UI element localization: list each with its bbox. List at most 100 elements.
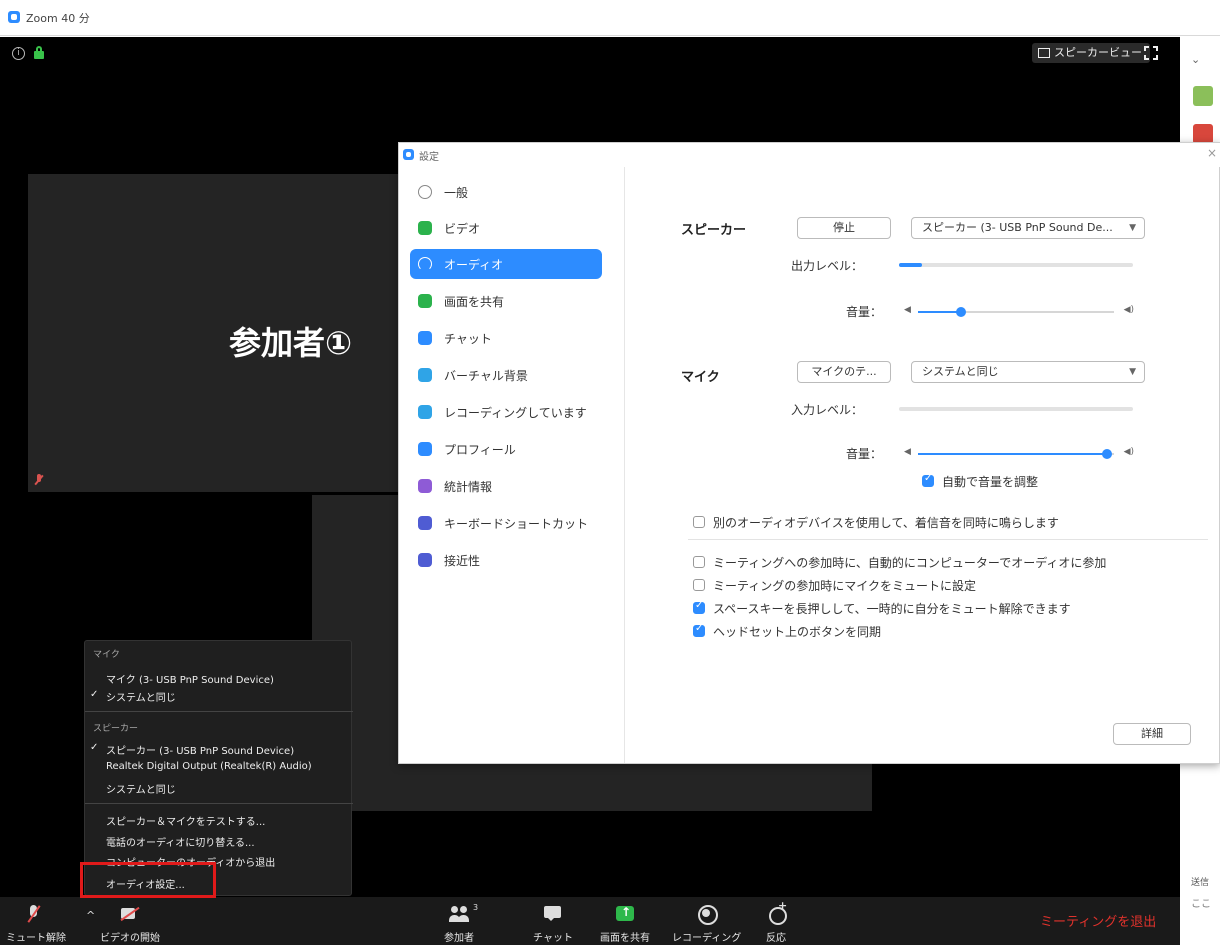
chevron-down-icon: ▼ <box>1129 223 1136 233</box>
input-level-meter <box>899 407 1133 411</box>
app-thumbnail-icon[interactable] <box>1193 86 1213 106</box>
volume-low-icon: ◀ <box>904 447 911 457</box>
nav-label: プロフィール <box>444 443 516 457</box>
settings-nav-audio[interactable]: オーディオ <box>410 249 602 279</box>
mute-on-join-label: ミーティングの参加時にマイクをミュートに設定 <box>713 579 977 593</box>
chat-icon <box>418 331 432 345</box>
participants-icon: 3 <box>449 903 478 923</box>
start-video-label: ビデオの開始 <box>100 933 160 944</box>
mic-device-select[interactable]: システムと同じ ▼ <box>911 361 1145 383</box>
zoom-app-icon <box>8 11 20 23</box>
mic-volume-slider[interactable]: ◀ ◀) <box>904 447 1134 461</box>
nav-label: 統計情報 <box>444 480 493 494</box>
share-screen-icon <box>418 294 432 308</box>
speaker-volume-slider[interactable]: ◀ ◀) <box>904 305 1134 319</box>
speaker-device-select[interactable]: スピーカー (3- USB PnP Sound De... ▼ <box>911 217 1145 239</box>
app-thumbnail-icon[interactable] <box>1193 124 1213 144</box>
info-icon[interactable]: i <box>12 47 25 60</box>
nav-label: チャット <box>444 332 492 346</box>
close-icon[interactable]: × <box>1207 146 1217 160</box>
settings-nav-share-screen[interactable]: 画面を共有 <box>410 286 602 316</box>
stop-speaker-test-button[interactable]: 停止 <box>797 217 891 239</box>
slider-knob[interactable] <box>1102 449 1112 459</box>
start-video-button[interactable]: ビデオの開始 <box>100 897 160 945</box>
settings-nav-accessibility[interactable]: 接近性 <box>410 545 602 575</box>
zoom-window: Zoom 40 分 i スピーカービュー 参加者① ⌄ 送信 ここ ミュート解除… <box>0 0 1220 945</box>
nav-label: 一般 <box>444 186 469 200</box>
settings-dialog: 設定 × 一般 ビデオ オーディオ 画面を共有 チャット バーチャル背景 レコー… <box>398 142 1220 764</box>
settings-nav-video[interactable]: ビデオ <box>410 213 602 243</box>
nav-label: ビデオ <box>444 222 481 236</box>
record-icon <box>696 905 718 925</box>
ring-separate-device-checkbox[interactable] <box>693 516 705 528</box>
share-screen-label: 画面を共有 <box>600 933 650 944</box>
leave-meeting-button[interactable]: ミーティングを退出 <box>1040 911 1156 930</box>
settings-nav-keyboard-shortcuts[interactable]: キーボードショートカット <box>410 508 602 538</box>
menu-divider <box>85 711 353 712</box>
settings-nav-statistics[interactable]: 統計情報 <box>410 471 602 501</box>
unmute-button[interactable]: ミュート解除 <box>6 897 66 945</box>
output-level-fill <box>899 263 923 267</box>
push-to-talk-checkbox[interactable] <box>693 600 705 614</box>
settings-nav-chat[interactable]: チャット <box>410 323 602 353</box>
participants-label: 参加者 <box>444 933 474 944</box>
audio-options-caret-icon[interactable]: ^ <box>86 909 95 922</box>
sync-headset-buttons-checkbox[interactable] <box>693 623 705 637</box>
general-icon <box>418 185 432 199</box>
reactions-icon <box>766 899 787 925</box>
section-divider <box>688 539 1208 540</box>
video-off-icon <box>120 905 140 923</box>
auto-join-audio-checkbox[interactable] <box>693 556 705 568</box>
nav-label: オーディオ <box>444 258 504 272</box>
window-title-bar: Zoom 40 分 <box>0 0 1220 36</box>
chat-button[interactable]: チャット <box>530 897 576 945</box>
mute-on-join-checkbox[interactable] <box>693 579 705 591</box>
auto-adjust-volume-label: 自動で音量を調整 <box>942 475 1039 489</box>
share-screen-button[interactable]: 画面を共有 <box>594 897 656 945</box>
settings-nav-virtual-background[interactable]: バーチャル背景 <box>410 360 602 390</box>
mic-muted-icon <box>34 474 44 486</box>
test-mic-button[interactable]: マイクのテ... <box>797 361 891 383</box>
participants-button[interactable]: 3 参加者 <box>436 897 482 945</box>
settings-nav-profile[interactable]: プロフィール <box>410 434 602 464</box>
nav-label: 接近性 <box>444 554 481 568</box>
settings-sidebar: 一般 ビデオ オーディオ 画面を共有 チャット バーチャル背景 レコーディングし… <box>399 167 625 763</box>
audio-settings-panel: スピーカー 停止 スピーカー (3- USB PnP Sound De... ▼… <box>626 167 1220 763</box>
zoom-app-icon <box>403 149 414 160</box>
check-icon: ✓ <box>90 689 99 700</box>
nav-label: キーボードショートカット <box>444 517 589 531</box>
keyboard-icon <box>418 516 432 530</box>
settings-nav-recording[interactable]: レコーディングしています <box>410 397 602 427</box>
chat-label: チャット <box>533 933 573 944</box>
record-button[interactable]: レコーディング <box>672 897 741 945</box>
speaker-view-button[interactable]: スピーカービュー <box>1032 43 1150 63</box>
reactions-label: 反応 <box>766 933 786 944</box>
speaker-section-label: スピーカー <box>681 223 747 238</box>
virtual-background-icon <box>418 368 432 382</box>
mic-section-label: マイク <box>681 370 720 385</box>
mic-muted-icon <box>24 905 44 923</box>
share-screen-icon <box>615 905 635 923</box>
auto-adjust-volume-checkbox[interactable] <box>922 473 934 487</box>
video-icon <box>418 221 432 235</box>
mic-device-value: システムと同じ <box>922 365 999 378</box>
reactions-button[interactable]: 反応 <box>756 897 796 945</box>
advanced-button[interactable]: 詳細 <box>1113 723 1191 745</box>
settings-title: 設定 <box>419 152 439 163</box>
fullscreen-icon[interactable] <box>1144 46 1158 60</box>
chat-icon <box>543 905 563 923</box>
profile-icon <box>418 442 432 456</box>
participant-count: 3 <box>473 903 479 912</box>
headphones-icon <box>418 257 432 271</box>
statistics-icon <box>418 479 432 493</box>
chevron-down-icon[interactable]: ⌄ <box>1191 53 1200 66</box>
slider-knob[interactable] <box>956 307 966 317</box>
mic-volume-label: 音量： <box>846 447 883 461</box>
side-panel-input-placeholder[interactable]: ここ <box>1191 895 1211 910</box>
sync-headset-buttons-label: ヘッドセット上のボタンを同期 <box>713 625 882 639</box>
highlight-annotation-box <box>80 862 216 898</box>
unmute-label: ミュート解除 <box>6 933 66 944</box>
ring-separate-device-label: 別のオーディオデバイスを使用して、着信音を同時に鳴らします <box>713 516 1059 530</box>
settings-nav-general[interactable]: 一般 <box>410 177 602 207</box>
lock-icon[interactable] <box>34 46 44 59</box>
